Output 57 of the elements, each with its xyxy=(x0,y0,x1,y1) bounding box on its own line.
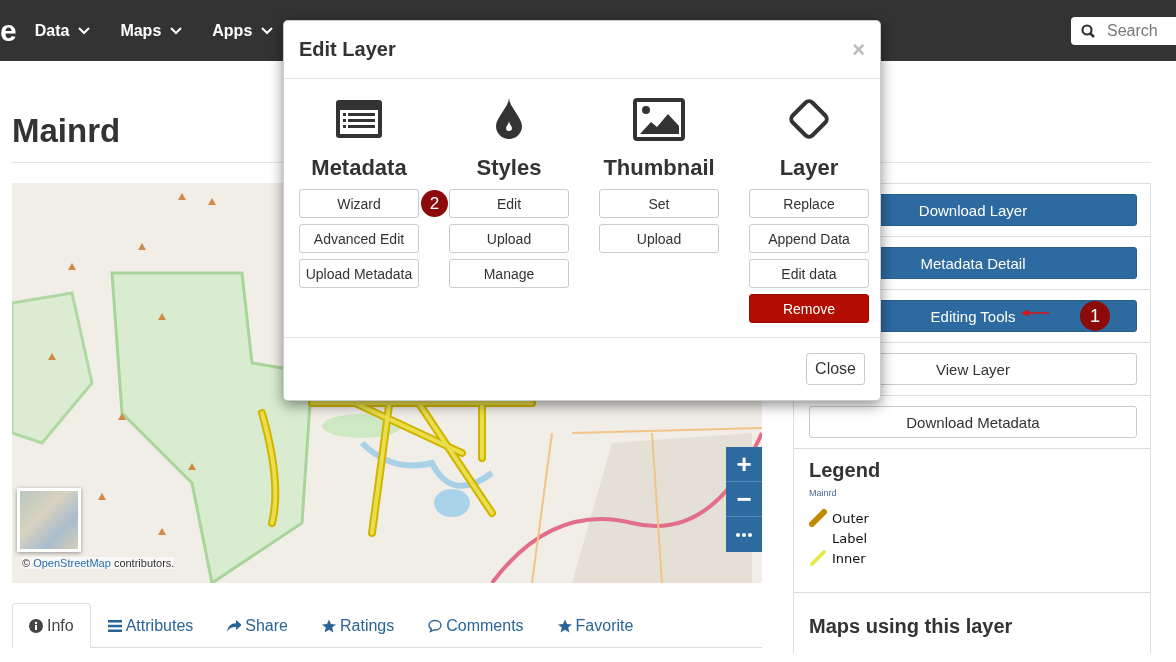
logo-text[interactable]: e xyxy=(0,15,17,46)
search-field[interactable]: Search xyxy=(1071,16,1176,45)
legend-layer-name: Mainrd xyxy=(809,488,837,498)
section-heading: Styles xyxy=(476,155,542,181)
dialog-button[interactable]: Replace xyxy=(749,189,869,218)
tab[interactable]: Ratings xyxy=(305,603,412,647)
nav-menu-item[interactable]: Data xyxy=(34,21,91,40)
legend-title: Legend xyxy=(809,459,881,482)
chevron-down-icon xyxy=(261,26,274,35)
dialog-button[interactable]: Edit data xyxy=(749,259,869,288)
star-icon xyxy=(557,618,572,633)
dialog-button[interactable]: Manage xyxy=(449,259,569,288)
dialog-button[interactable]: Remove xyxy=(749,294,869,323)
nav-menu-item[interactable]: Maps xyxy=(120,21,183,40)
drop-icon xyxy=(494,98,524,140)
map-attribution: © OpenStreetMap contributors. xyxy=(22,557,175,569)
info-icon xyxy=(29,619,43,633)
list-window-icon xyxy=(335,99,383,139)
page-title: Mainrd xyxy=(12,112,121,150)
dialog-button[interactable]: Advanced Edit xyxy=(299,224,419,253)
dialog-title: Edit Layer xyxy=(299,38,396,61)
layer-switcher-button[interactable] xyxy=(17,488,81,552)
chevron-down-icon xyxy=(170,26,183,35)
dialog-button[interactable]: Wizard xyxy=(299,189,419,218)
image-icon xyxy=(633,97,685,141)
arrow-icon xyxy=(1021,309,1049,317)
nav-menu-item[interactable]: Apps xyxy=(212,21,274,40)
legend-label: Outer xyxy=(832,510,869,526)
tab[interactable]: Info xyxy=(12,603,91,648)
chevron-down-icon xyxy=(78,26,91,35)
attribution-link[interactable]: OpenStreetMap xyxy=(33,557,111,569)
sidebar-button[interactable]: Download Metadata xyxy=(809,406,1137,438)
zoom-button[interactable]: + xyxy=(726,447,762,482)
dialog-button[interactable]: Set xyxy=(599,189,719,218)
dialog-button[interactable]: Upload xyxy=(449,224,569,253)
step-badge: 2 xyxy=(421,190,448,217)
legend-label: Inner xyxy=(832,550,866,566)
list-icon xyxy=(107,618,122,633)
tab[interactable]: Comments xyxy=(411,603,541,647)
tab[interactable]: Share xyxy=(210,603,305,647)
share-arrow-icon xyxy=(227,618,242,633)
section-heading: Maps using this layer xyxy=(809,615,1013,638)
star-icon xyxy=(322,618,336,633)
dialog-button[interactable]: Upload Metadata xyxy=(299,259,419,288)
section-heading: Layer xyxy=(779,155,839,181)
dialog-button[interactable]: Edit xyxy=(449,189,569,218)
section-heading: Metadata xyxy=(311,155,407,181)
section-heading: Thumbnail xyxy=(603,155,715,181)
tab[interactable]: Attributes xyxy=(90,603,211,647)
search-icon xyxy=(1081,23,1095,38)
tab[interactable]: Favorite xyxy=(540,603,651,647)
close-button[interactable]: Close xyxy=(806,353,865,385)
legend-label: Label xyxy=(832,530,868,546)
more-icon xyxy=(736,532,752,537)
speech-bubble-icon xyxy=(428,618,443,633)
dialog-button[interactable]: Append Data xyxy=(749,224,869,253)
dialog-button[interactable]: Upload xyxy=(599,224,719,253)
